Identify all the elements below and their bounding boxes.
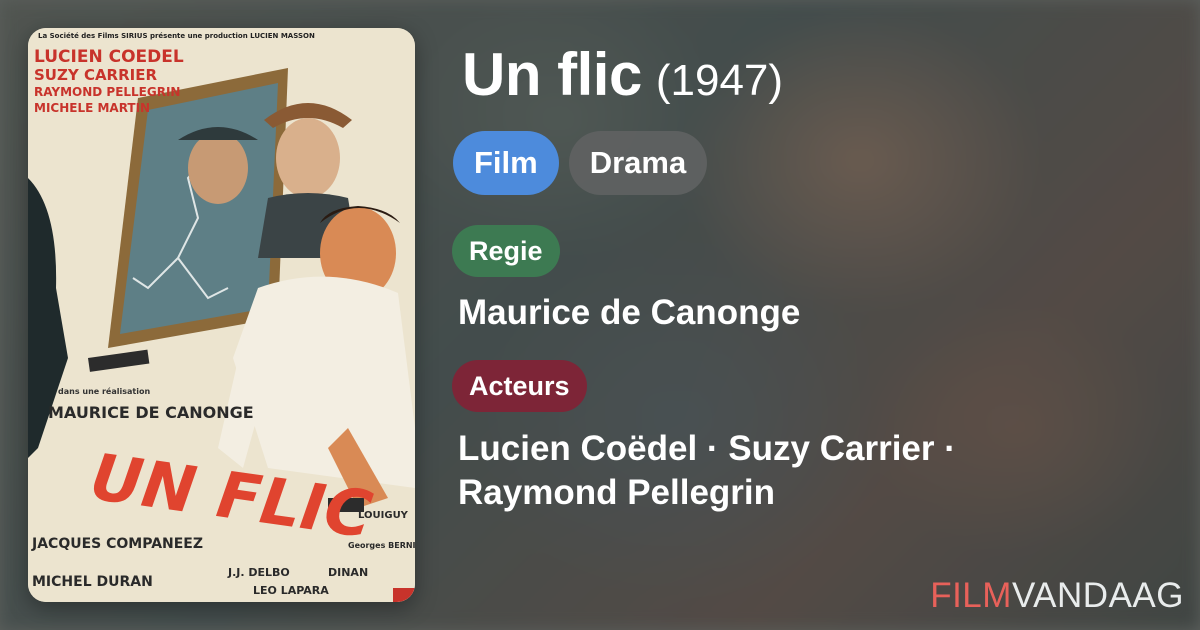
movie-poster[interactable]: La Société des Films SIRIUS présente une… [28,28,415,602]
type-tag[interactable]: Film [453,131,559,195]
movie-title: Un flic [462,41,642,108]
poster-cast-2: SUZY CARRIER [34,66,157,84]
poster-cast-4: MICHELE MARTIN [34,101,150,115]
poster-director: MAURICE DE CANONGE [48,403,254,422]
tag-list: Film Drama [453,131,708,195]
poster-artwork: La Société des Films SIRIUS présente une… [28,28,415,602]
genre-tag[interactable]: Drama [568,131,708,195]
cast-label: Acteurs [452,360,587,412]
poster-realisation-label: dans une réalisation [58,386,150,396]
cast-list: Lucien Coëdel · Suzy Carrier · Raymond P… [458,427,1098,515]
cast-line-1[interactable]: Lucien Coëdel · Suzy Carrier · [458,427,1098,471]
poster-credit-right-2: Georges BERNI [348,541,415,550]
brand-logo[interactable]: FILMVANDAAG [930,576,1184,616]
title-row: Un flic (1947) [462,40,783,109]
poster-credit-mid-3: LEO LAPARA [253,584,329,597]
poster-credit-line: La Société des Films SIRIUS présente une… [38,32,315,40]
poster-credit-right-1: LOUIGUY [358,510,409,521]
poster-cast-1: LUCIEN COEDEL [34,47,184,67]
poster-cast-3: RAYMOND PELLEGRIN [34,85,180,99]
poster-credit-left-1: JACQUES COMPANEEZ [31,536,203,552]
director-name[interactable]: Maurice de Canonge [458,291,800,335]
poster-credit-mid-2: DINAN [328,566,368,579]
cast-line-2[interactable]: Raymond Pellegrin [458,471,1098,515]
movie-year: (1947) [655,56,784,105]
brand-part-1: FILM [930,576,1012,615]
director-label: Regie [452,225,560,277]
poster-credit-mid-1: J.J. DELBO [227,566,290,579]
poster-credit-left-2: MICHEL DURAN [32,574,153,590]
brand-part-2: VANDAAG [1011,576,1184,615]
